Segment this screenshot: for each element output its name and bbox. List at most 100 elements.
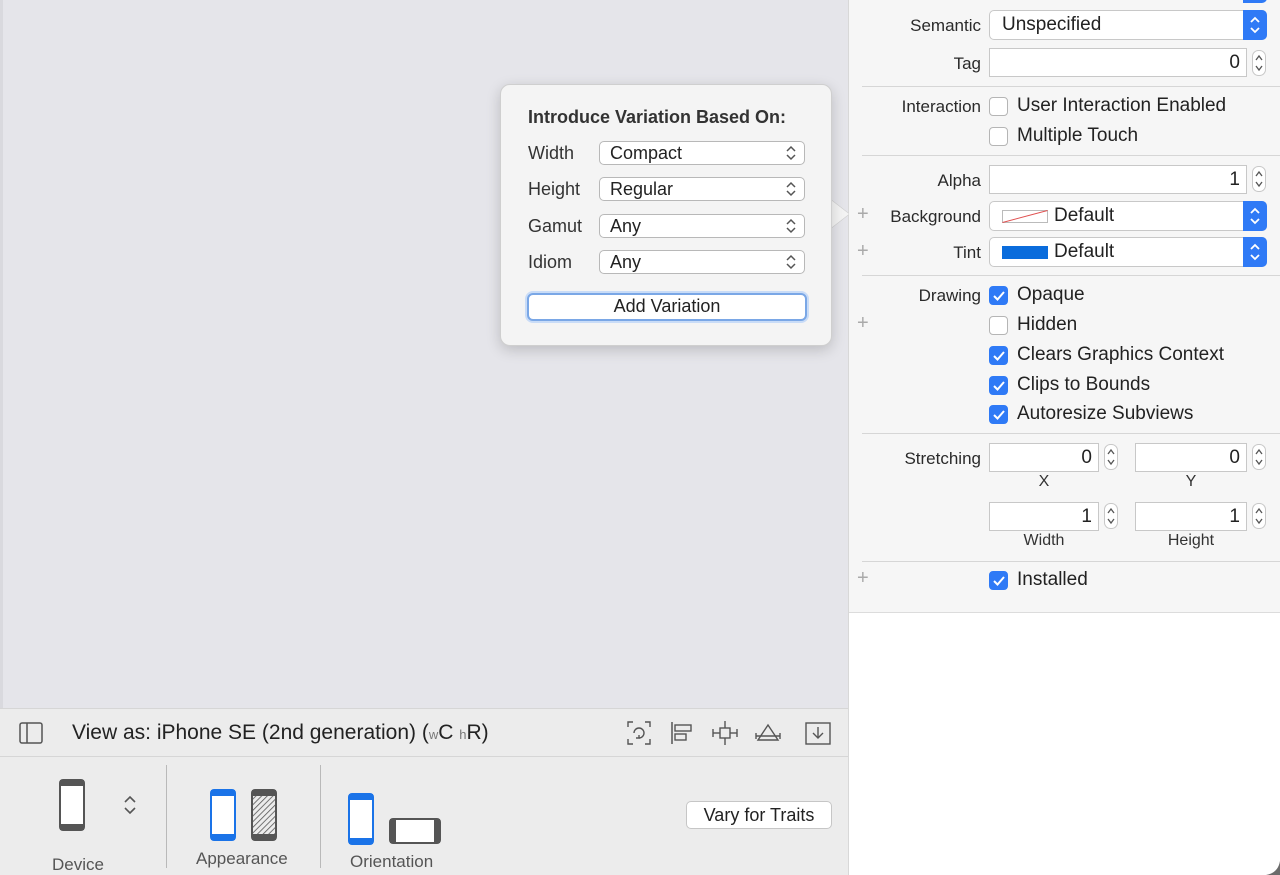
stepper-partial xyxy=(1243,0,1267,3)
vary-for-traits-button[interactable]: Vary for Traits xyxy=(686,801,832,829)
semantic-label: Semantic xyxy=(910,16,981,35)
chevron-updown-icon xyxy=(786,181,796,197)
width-class-value: C xyxy=(438,721,454,744)
chevron-updown-icon xyxy=(1250,16,1260,34)
light-appearance-icon[interactable] xyxy=(210,789,236,841)
add-installed-variation-icon[interactable]: + xyxy=(857,567,869,590)
alpha-stepper[interactable] xyxy=(1252,166,1266,192)
view-as-label[interactable]: View as: iPhone SE (2nd generation) (wC … xyxy=(72,721,489,745)
gamut-select[interactable]: Any xyxy=(599,214,805,238)
height-select[interactable]: Regular xyxy=(599,177,805,201)
installed-label: Installed xyxy=(1017,569,1088,590)
opaque-checkbox[interactable] xyxy=(989,286,1008,305)
popover-title: Introduce Variation Based On: xyxy=(528,107,787,127)
gamut-label: Gamut xyxy=(528,216,583,236)
tint-color-swatch xyxy=(1002,246,1048,259)
height-class-value: R xyxy=(466,721,482,744)
tint-label: Tint xyxy=(953,243,981,262)
clears-graphics-checkbox[interactable] xyxy=(989,346,1008,365)
tag-stepper[interactable] xyxy=(1252,50,1266,76)
stretch-width-caption: Width xyxy=(1023,532,1065,549)
idiom-select[interactable]: Any xyxy=(599,250,805,274)
hidden-checkbox[interactable] xyxy=(989,316,1008,335)
dark-appearance-icon[interactable] xyxy=(251,789,277,841)
add-constraints-icon[interactable] xyxy=(711,719,739,747)
resolve-issues-icon[interactable] xyxy=(754,719,782,747)
stretch-y-stepper[interactable] xyxy=(1252,444,1266,470)
alpha-field[interactable]: 1 xyxy=(989,165,1247,194)
section-divider xyxy=(862,433,1280,434)
stretch-width-stepper[interactable] xyxy=(1104,503,1118,529)
sidebar-toggle-icon[interactable] xyxy=(19,722,43,744)
device-label: Device xyxy=(52,855,104,874)
select-stepper xyxy=(1243,10,1267,40)
installed-checkbox[interactable] xyxy=(989,571,1008,590)
stretch-y-caption: Y xyxy=(1185,473,1197,490)
view-as-bar: View as: iPhone SE (2nd generation) (wC … xyxy=(0,708,848,756)
user-interaction-label: User Interaction Enabled xyxy=(1017,95,1227,116)
hidden-label: Hidden xyxy=(1017,314,1078,335)
landscape-orientation-icon[interactable] xyxy=(389,818,441,844)
inspector-empty-area xyxy=(849,612,1280,875)
autoresize-label: Autoresize Subviews xyxy=(1017,403,1194,424)
device-configuration-bar: Device Appearance Orientation Vary for T… xyxy=(0,756,848,875)
window-corner xyxy=(1266,861,1280,875)
add-variation-button[interactable]: Add Variation xyxy=(527,293,807,321)
checkmark-icon xyxy=(993,381,1005,391)
section-divider xyxy=(862,561,1280,562)
tint-value: Default xyxy=(1054,241,1115,262)
config-separator xyxy=(166,765,167,868)
gamut-select-value: Any xyxy=(610,216,642,236)
stretch-x-stepper[interactable] xyxy=(1104,444,1118,470)
width-select[interactable]: Compact xyxy=(599,141,805,165)
checkmark-icon xyxy=(993,576,1005,586)
align-icon[interactable] xyxy=(668,719,696,747)
iphone-device-icon[interactable] xyxy=(59,779,85,831)
height-label: Height xyxy=(528,179,581,199)
interaction-label: Interaction xyxy=(901,97,981,116)
user-interaction-checkbox[interactable] xyxy=(989,97,1008,116)
stretch-height-stepper[interactable] xyxy=(1252,503,1266,529)
width-class-sub: w xyxy=(428,727,439,742)
background-select[interactable]: Default xyxy=(989,201,1267,231)
section-divider xyxy=(862,86,1280,87)
stretch-y-field[interactable]: 0 xyxy=(1135,443,1247,472)
update-frames-icon[interactable] xyxy=(625,719,653,747)
orientation-label: Orientation xyxy=(350,852,434,871)
opaque-label: Opaque xyxy=(1017,284,1085,305)
clips-to-bounds-label: Clips to Bounds xyxy=(1017,374,1151,395)
stretch-width-field[interactable]: 1 xyxy=(989,502,1099,531)
no-color-swatch-icon xyxy=(1002,210,1048,223)
stretch-height-field[interactable]: 1 xyxy=(1135,502,1247,531)
select-stepper xyxy=(1243,237,1267,267)
drawing-label: Drawing xyxy=(918,286,981,305)
portrait-orientation-icon[interactable] xyxy=(348,793,374,845)
chevron-updown-icon[interactable] xyxy=(123,794,137,816)
multiple-touch-checkbox[interactable] xyxy=(989,127,1008,146)
tag-label: Tag xyxy=(953,54,981,73)
section-divider xyxy=(862,155,1280,156)
stretch-x-field[interactable]: 0 xyxy=(989,443,1099,472)
chevron-updown-icon xyxy=(786,254,796,270)
height-select-value: Regular xyxy=(610,179,674,199)
embed-in-icon[interactable] xyxy=(804,719,832,747)
clears-graphics-label: Clears Graphics Context xyxy=(1017,344,1224,365)
checkmark-icon xyxy=(993,291,1005,301)
autoresize-checkbox[interactable] xyxy=(989,405,1008,424)
select-stepper xyxy=(1243,201,1267,231)
idiom-label: Idiom xyxy=(528,252,573,272)
config-separator xyxy=(320,765,321,868)
chevron-updown-icon xyxy=(1250,207,1260,225)
background-label: Background xyxy=(890,207,981,226)
view-as-prefix: View as: iPhone SE (2nd generation) ( xyxy=(72,721,429,744)
chevron-updown-icon xyxy=(786,145,796,161)
checkmark-icon xyxy=(993,351,1005,361)
tag-field[interactable]: 0 xyxy=(989,48,1247,77)
clips-to-bounds-checkbox[interactable] xyxy=(989,376,1008,395)
tint-select[interactable]: Default xyxy=(989,237,1267,267)
semantic-select[interactable]: Unspecified xyxy=(989,10,1267,40)
width-select-value: Compact xyxy=(610,143,683,163)
chevron-updown-icon xyxy=(1250,243,1260,261)
add-hidden-variation-icon[interactable]: + xyxy=(857,312,869,335)
background-value: Default xyxy=(1054,205,1115,226)
